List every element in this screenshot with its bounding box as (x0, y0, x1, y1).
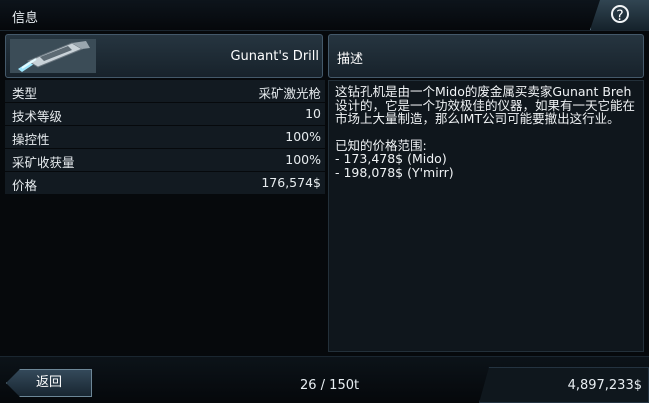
description-title: 描述 (337, 52, 364, 67)
description-text: 这钻孔机是由一个Mido的废金属买卖家Gunant Breh设计的，它是一个功效… (335, 84, 636, 126)
money-panel: 4,897,233$ (479, 367, 649, 403)
description-body: 这钻孔机是由一个Mido的废金属买卖家Gunant Breh设计的，它是一个功效… (328, 80, 644, 352)
stat-label: 技术等级 (12, 109, 63, 124)
money-amount: 4,897,233$ (567, 378, 642, 393)
stat-value: 10 (305, 106, 321, 121)
stat-row-mining-yield: 采矿收获量 100% (5, 149, 325, 171)
cargo-capacity: 26 / 150t (300, 378, 360, 393)
item-header: Gunant's Drill (5, 34, 323, 78)
stat-row-tech-level: 技术等级 10 (5, 103, 325, 125)
stat-row-price: 价格 176,574$ (5, 172, 325, 194)
mining-laser-icon (10, 39, 96, 73)
stat-row-handling: 操控性 100% (5, 126, 325, 148)
description-header: 描述 (328, 34, 644, 78)
stat-value: 100% (285, 129, 321, 144)
stat-label: 操控性 (12, 132, 50, 147)
back-button[interactable]: 返回 (6, 369, 92, 397)
stat-row-type: 类型 采矿激光枪 (5, 80, 325, 102)
stat-label: 类型 (12, 86, 38, 101)
help-button[interactable]: ? (590, 0, 649, 30)
stat-value: 100% (285, 152, 321, 167)
price-range-item: - 173,478$ (Mido) (335, 151, 447, 166)
bottom-bar: 返回 26 / 150t 4,897,233$ (0, 356, 649, 403)
stat-label: 价格 (12, 178, 38, 193)
stat-label: 采矿收获量 (12, 155, 75, 170)
stats-table: 类型 采矿激光枪 技术等级 10 操控性 100% 采矿收获量 100% 价格 … (5, 80, 325, 195)
price-range-heading: 已知的价格范围: (335, 137, 427, 153)
stat-value: 采矿激光枪 (258, 86, 321, 101)
page-title: 信息 (12, 11, 39, 26)
stat-value: 176,574$ (261, 175, 321, 190)
top-bar: 信息 ? (0, 0, 649, 31)
price-range: 已知的价格范围: - 173,478$ (Mido) - 198,078$ (Y… (335, 137, 637, 180)
price-range-item: - 198,078$ (Y'mirr) (335, 164, 454, 180)
question-mark-icon: ? (611, 5, 629, 24)
item-name: Gunant's Drill (230, 49, 319, 64)
